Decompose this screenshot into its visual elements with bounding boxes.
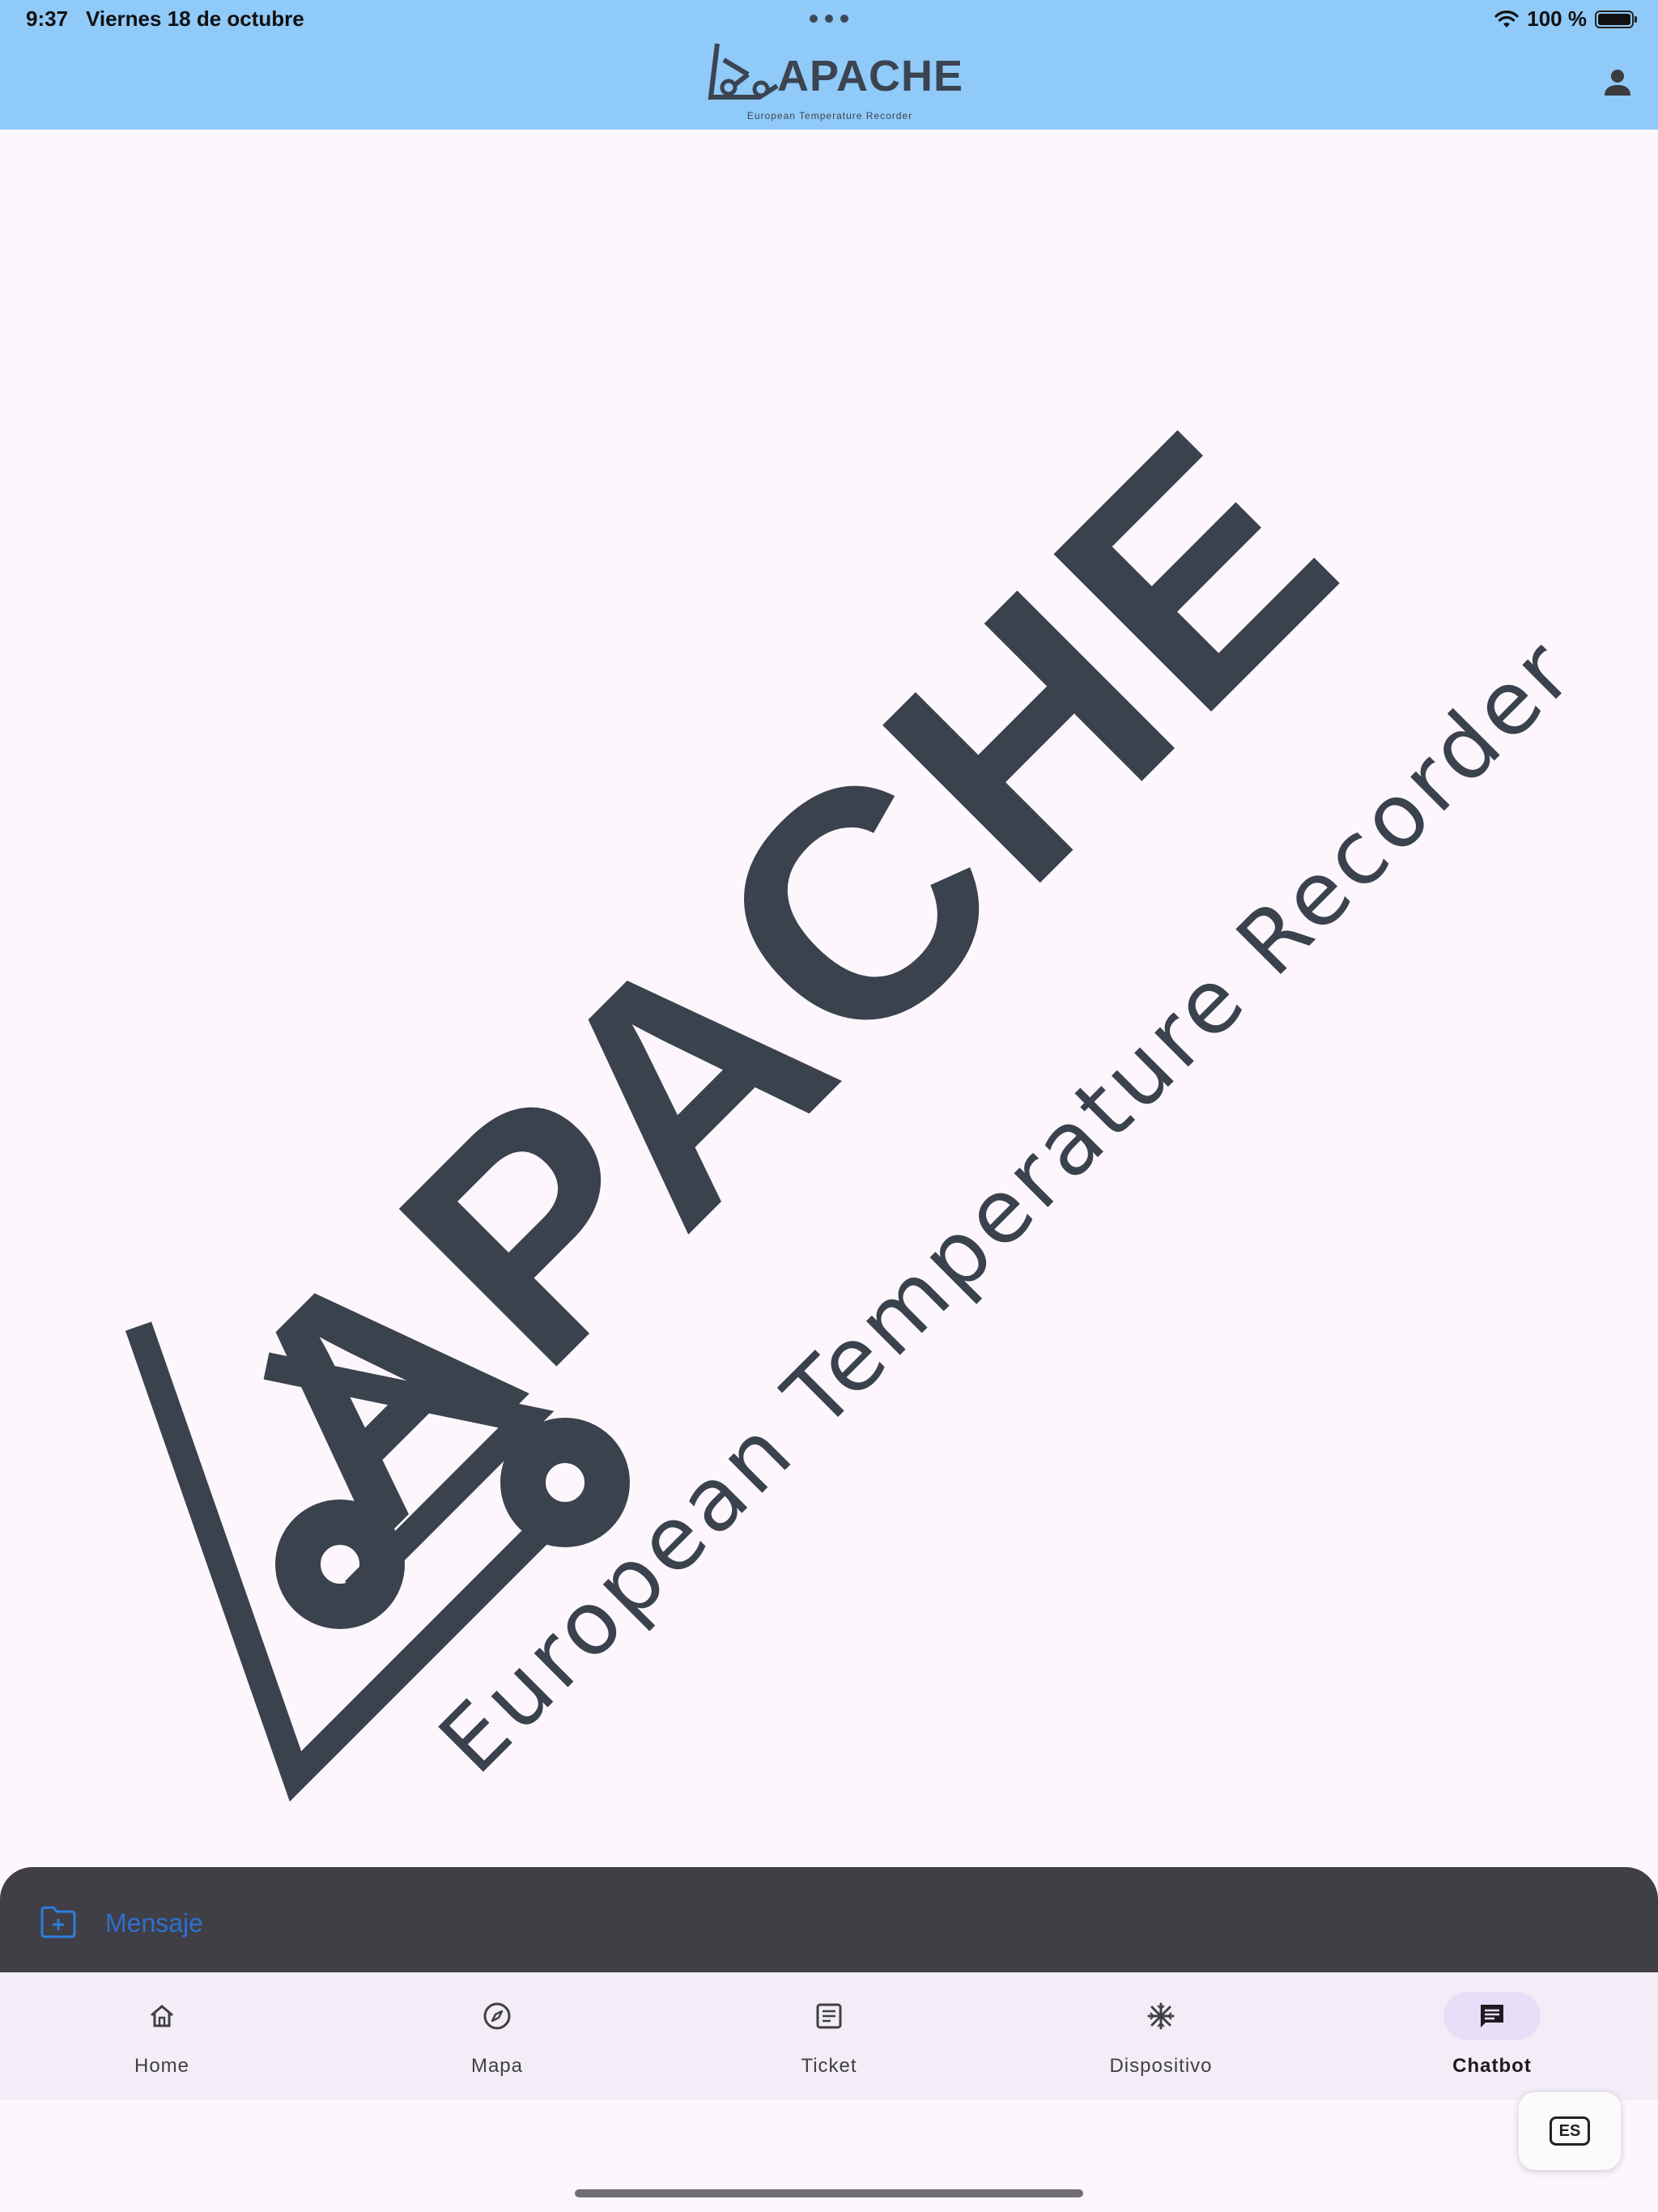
- multitasking-dots-icon[interactable]: [810, 15, 848, 23]
- message-input[interactable]: [104, 1899, 1564, 1946]
- language-label: ES: [1550, 2116, 1590, 2146]
- apache-logo-large: APACHE European Temperature Recorder: [0, 130, 1658, 1867]
- nav-label-chatbot: Chatbot: [1452, 2055, 1532, 2077]
- nav-item-ticket[interactable]: Ticket: [724, 1972, 934, 2100]
- nav-item-home[interactable]: Home: [57, 1972, 267, 2100]
- status-time: 9:37: [26, 6, 69, 31]
- nav-label-ticket: Ticket: [801, 2055, 857, 2077]
- top-app-bar: 9:37 Viernes 18 de octubre 100 % APACHE …: [0, 0, 1658, 130]
- nav-label-mapa: Mapa: [470, 2055, 524, 2077]
- snowflake-icon: [1147, 2002, 1175, 2030]
- header-logo-text: APACHE: [777, 52, 964, 100]
- person-icon[interactable]: [1601, 66, 1634, 99]
- nav-item-mapa[interactable]: Mapa: [392, 1972, 602, 2100]
- battery-percentage: 100 %: [1527, 6, 1587, 31]
- language-button[interactable]: ES: [1519, 2092, 1621, 2170]
- apache-scooter-logo-icon: [708, 43, 779, 100]
- battery-icon: [1595, 10, 1637, 28]
- home-icon: [151, 2005, 173, 2027]
- wifi-icon: [1494, 10, 1519, 28]
- ticket-icon: [816, 2003, 842, 2029]
- message-composer: [0, 1867, 1658, 1972]
- home-indicator[interactable]: [575, 2189, 1083, 2197]
- nav-item-dispositivo[interactable]: Dispositivo: [1056, 1972, 1266, 2100]
- status-indicators: 100 %: [1494, 6, 1637, 32]
- apache-logo-graphic: APACHE European Temperature Recorder: [125, 361, 1594, 1802]
- compass-icon: [483, 2002, 511, 2030]
- bottom-navigation: Home Mapa Ticket Dispositivo Chatbot: [0, 1972, 1658, 2100]
- nav-label-dispositivo: Dispositivo: [1109, 2055, 1213, 2077]
- nav-label-home: Home: [134, 2055, 190, 2077]
- folder-plus-icon[interactable]: [39, 1904, 78, 1940]
- chat-icon: [1481, 2005, 1503, 2027]
- header-logo-subtitle: European Temperature Recorder: [746, 110, 913, 121]
- header-logo: APACHE European Temperature Recorder: [706, 39, 963, 128]
- nav-item-chatbot[interactable]: Chatbot: [1387, 1972, 1597, 2100]
- status-date: Viernes 18 de octubre: [86, 6, 304, 31]
